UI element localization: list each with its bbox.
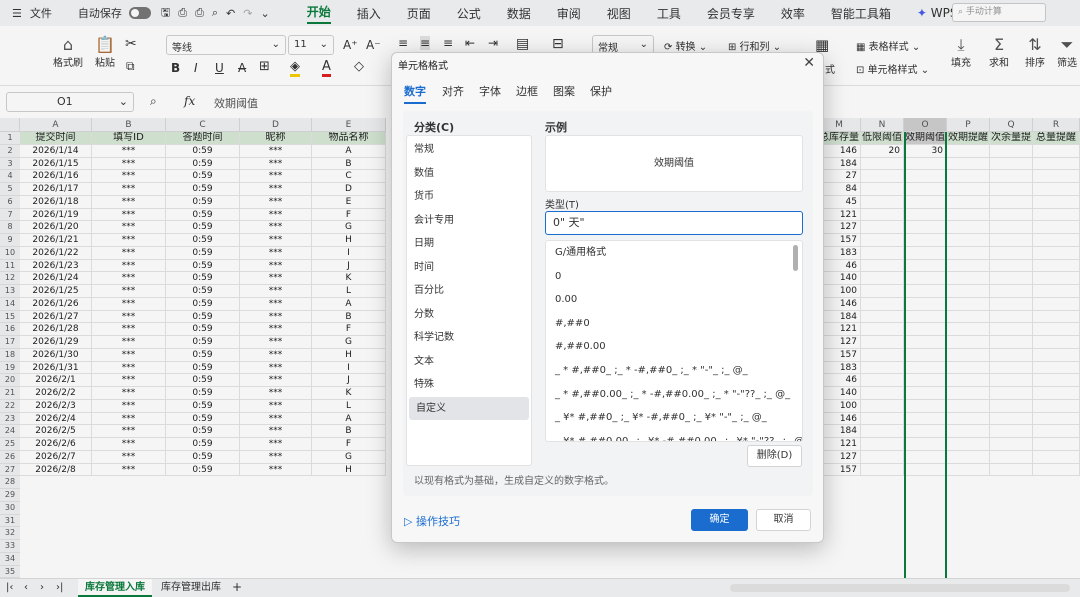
category-list[interactable]: 常规 数值 货币 会计专用 日期 时间 百分比 分数 科学记数 文本 特殊 自定义 xyxy=(406,135,532,466)
tab-protection[interactable]: 保护 xyxy=(590,83,612,99)
type-input[interactable]: 0" 天" xyxy=(545,211,803,235)
tab-font[interactable]: 字体 xyxy=(479,83,501,99)
category-label: 分类(C) xyxy=(414,121,455,134)
category-item[interactable]: 科学记数 xyxy=(407,326,531,350)
close-icon[interactable]: ✕ xyxy=(803,55,815,71)
category-item[interactable]: 时间 xyxy=(407,256,531,280)
type-list-item[interactable]: #,##0.00 xyxy=(546,335,802,359)
category-item[interactable]: 文本 xyxy=(407,350,531,374)
type-list-item[interactable]: _ ¥* #,##0_ ;_ ¥* -#,##0_ ;_ ¥* "-"_ ;_ … xyxy=(546,406,802,430)
format-cells-dialog: 单元格格式 ✕ 数字 对齐 字体 边框 图案 保护 分类(C) 示例 常规 数值货… xyxy=(391,52,824,543)
sample-preview: 效期阈值 xyxy=(545,135,803,192)
dialog-title: 单元格格式 xyxy=(398,61,448,72)
ok-button[interactable]: 确定 xyxy=(691,509,748,531)
category-item[interactable]: 自定义 xyxy=(409,396,529,420)
category-item[interactable]: 常规 xyxy=(407,138,531,162)
type-list-item[interactable]: 0 xyxy=(546,265,802,289)
tab-alignment[interactable]: 对齐 xyxy=(442,83,464,99)
category-item[interactable]: 特殊 xyxy=(407,373,531,397)
hint-text: 以现有格式为基础，生成自定义的数字格式。 xyxy=(414,476,614,487)
video-icon: ▷ xyxy=(404,515,413,528)
type-list-item[interactable]: 0.00 xyxy=(546,288,802,312)
category-item[interactable]: 货币 xyxy=(407,185,531,209)
type-list-item[interactable]: #,##0 xyxy=(546,312,802,336)
type-list-items: G/通用格式 0 0.00 #,##0 #,##0.00 _ * #,##0_ ;_ * … xyxy=(546,241,802,441)
tab-border[interactable]: 边框 xyxy=(516,83,538,99)
type-label: 类型(T) xyxy=(545,200,579,211)
tips-link[interactable]: ▷ 操作技巧 xyxy=(404,513,460,529)
type-list-item[interactable]: _ ¥* #,##0.00_ ;_ ¥* -#,##0.00_ ;_ ¥* "-… xyxy=(546,430,802,441)
type-list[interactable]: G/通用格式 0 0.00 #,##0 #,##0.00 _ * #,##0_ ;_ * … xyxy=(545,240,803,442)
category-item[interactable]: 分数 xyxy=(407,303,531,327)
type-list-scrollbar[interactable] xyxy=(793,245,798,271)
type-list-item[interactable]: G/通用格式 xyxy=(546,241,802,265)
type-list-item[interactable]: _ * #,##0_ ;_ * -#,##0_ ;_ * "-"_ ;_ @_ xyxy=(546,359,802,383)
delete-button[interactable]: 删除(D) xyxy=(747,445,802,467)
tips-label: 操作技巧 xyxy=(415,515,460,528)
tab-number[interactable]: 数字 xyxy=(404,83,426,104)
category-item[interactable]: 百分比 xyxy=(407,279,531,303)
cancel-button[interactable]: 取消 xyxy=(756,509,811,531)
category-item[interactable]: 数值 xyxy=(407,162,531,186)
type-list-item[interactable]: _ * #,##0.00_ ;_ * -#,##0.00_ ;_ * "-"??… xyxy=(546,383,802,407)
tab-pattern[interactable]: 图案 xyxy=(553,83,575,99)
category-item[interactable]: 日期 xyxy=(407,232,531,256)
sample-label: 示例 xyxy=(545,121,567,134)
category-item[interactable]: 会计专用 xyxy=(407,209,531,233)
